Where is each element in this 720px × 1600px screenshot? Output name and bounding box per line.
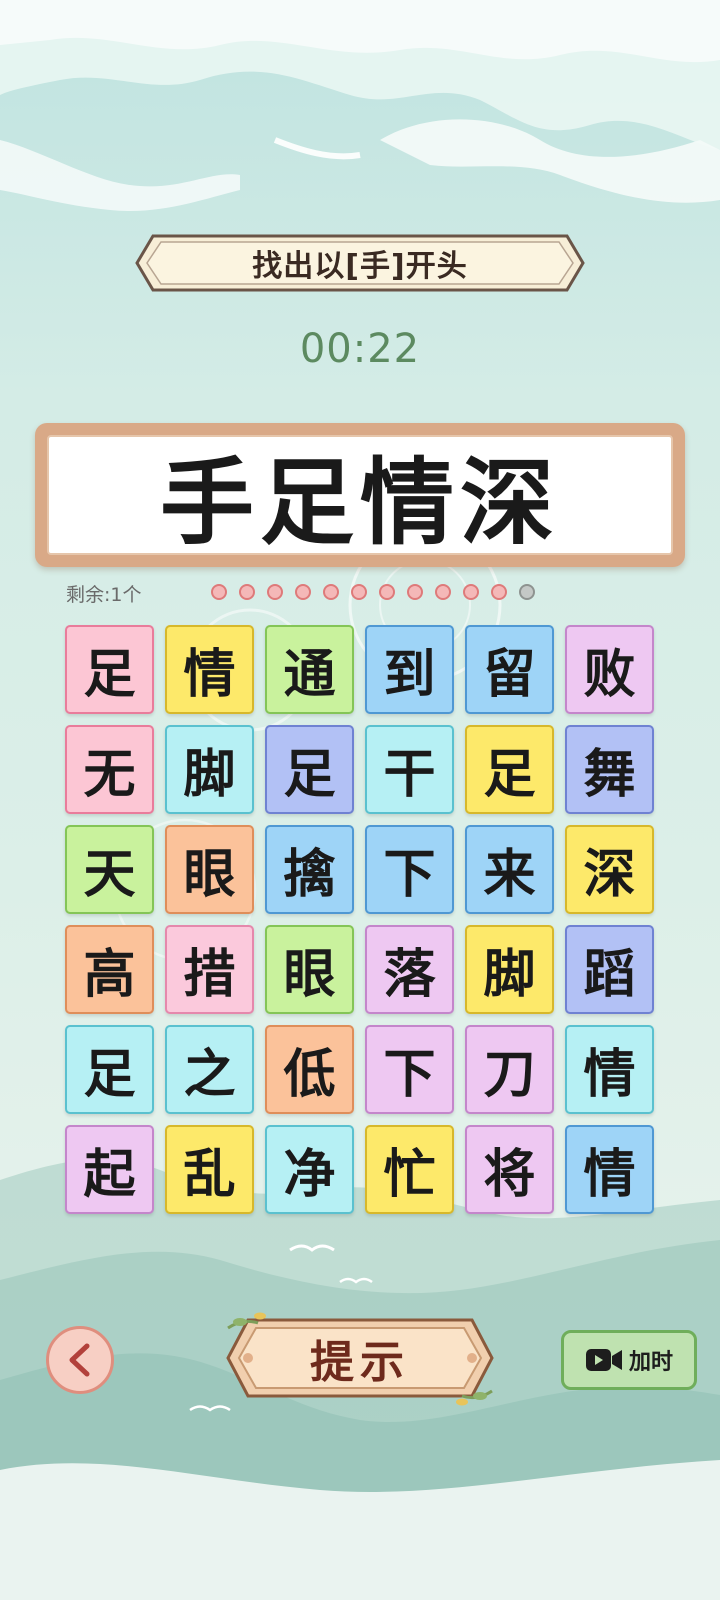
character-tile[interactable]: 下 xyxy=(365,1025,454,1114)
character-tile[interactable]: 净 xyxy=(265,1125,354,1214)
character-tile[interactable]: 下 xyxy=(365,825,454,914)
character-tile[interactable]: 蹈 xyxy=(565,925,654,1014)
back-button[interactable] xyxy=(46,1326,114,1394)
progress-dot-filled xyxy=(211,584,227,600)
title-banner: 找出以[手]开头 xyxy=(135,234,585,292)
progress-dot-filled xyxy=(239,584,255,600)
character-tile[interactable]: 之 xyxy=(165,1025,254,1114)
progress-dot-filled xyxy=(295,584,311,600)
video-camera-icon xyxy=(585,1349,622,1371)
character-tile[interactable]: 足 xyxy=(465,725,554,814)
banner-title: 找出以[手]开头 xyxy=(252,249,468,284)
progress-dots xyxy=(211,584,535,604)
character-tile[interactable]: 无 xyxy=(65,725,154,814)
progress-dot-filled xyxy=(379,584,395,600)
character-tile[interactable]: 足 xyxy=(65,625,154,714)
character-tile[interactable]: 乱 xyxy=(165,1125,254,1214)
hint-label: 提示 xyxy=(310,1337,410,1388)
hint-button[interactable]: 提示 xyxy=(218,1308,502,1408)
add-time-button[interactable]: 加时 xyxy=(561,1330,697,1390)
character-tile[interactable]: 措 xyxy=(165,925,254,1014)
chevron-left-icon xyxy=(69,1343,90,1377)
character-tile[interactable]: 擒 xyxy=(265,825,354,914)
progress-dot-filled xyxy=(491,584,507,600)
character-tile[interactable]: 将 xyxy=(465,1125,554,1214)
character-tile[interactable]: 情 xyxy=(565,1025,654,1114)
progress-dot-filled xyxy=(463,584,479,600)
character-tile[interactable]: 刀 xyxy=(465,1025,554,1114)
character-tile[interactable]: 情 xyxy=(565,1125,654,1214)
add-time-label: 加时 xyxy=(628,1350,673,1375)
answer-board: 手足情深 xyxy=(35,423,685,567)
character-tile[interactable]: 眼 xyxy=(265,925,354,1014)
character-tile[interactable]: 脚 xyxy=(465,925,554,1014)
progress-dot-filled xyxy=(351,584,367,600)
character-tile[interactable]: 足 xyxy=(65,1025,154,1114)
character-tile[interactable]: 干 xyxy=(365,725,454,814)
character-tile[interactable]: 来 xyxy=(465,825,554,914)
character-tile[interactable]: 情 xyxy=(165,625,254,714)
character-tile[interactable]: 高 xyxy=(65,925,154,1014)
character-grid: 足情通到留败无脚足干足舞天眼擒下来深高措眼落脚蹈足之低下刀情起乱净忙将情 xyxy=(65,625,655,1215)
remaining-count: 剩余:1个 xyxy=(66,584,142,606)
character-tile[interactable]: 到 xyxy=(365,625,454,714)
progress-dot-filled xyxy=(435,584,451,600)
character-tile[interactable]: 足 xyxy=(265,725,354,814)
progress-dot-filled xyxy=(323,584,339,600)
character-tile[interactable]: 眼 xyxy=(165,825,254,914)
character-tile[interactable]: 败 xyxy=(565,625,654,714)
character-tile[interactable]: 舞 xyxy=(565,725,654,814)
character-tile[interactable]: 落 xyxy=(365,925,454,1014)
countdown-timer: 00:22 xyxy=(299,326,421,372)
character-tile[interactable]: 脚 xyxy=(165,725,254,814)
character-tile[interactable]: 天 xyxy=(65,825,154,914)
answer-text: 手足情深 xyxy=(47,435,673,558)
character-tile[interactable]: 通 xyxy=(265,625,354,714)
progress-dot-empty xyxy=(519,584,535,600)
progress-dot-filled xyxy=(407,584,423,600)
progress-dot-filled xyxy=(267,584,283,600)
character-tile[interactable]: 深 xyxy=(565,825,654,914)
character-tile[interactable]: 起 xyxy=(65,1125,154,1214)
character-tile[interactable]: 低 xyxy=(265,1025,354,1114)
character-tile[interactable]: 留 xyxy=(465,625,554,714)
character-tile[interactable]: 忙 xyxy=(365,1125,454,1214)
